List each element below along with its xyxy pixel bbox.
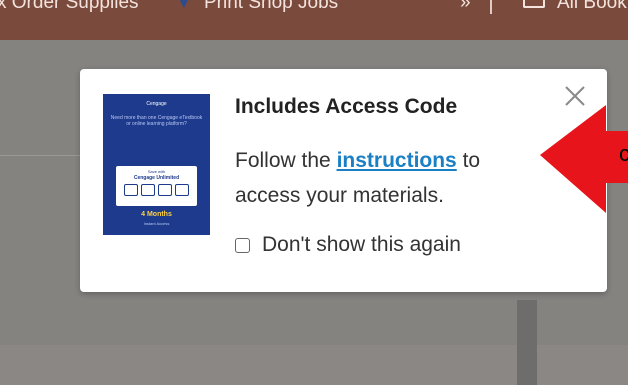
promo-product: Cengage Unlimited xyxy=(133,175,180,181)
bookmark-all-bookmarks[interactable]: All Bookmarks xyxy=(557,0,628,18)
promo-question: Need more than one Cengage eTextbook or … xyxy=(110,115,203,127)
popup-title: Includes Access Code xyxy=(235,95,458,118)
bookmark-order-supplies[interactable]: x Order Supplies xyxy=(0,0,139,18)
promo-months: 4 Months xyxy=(141,211,172,218)
promo-card: Save with Cengage Unlimited xyxy=(116,166,197,206)
popup-message: Follow the instructions to access your m… xyxy=(235,143,555,213)
access-code-popup: Cengage Need more than one Cengage eText… xyxy=(80,69,607,292)
message-prefix: Follow the xyxy=(235,149,331,172)
promo-device-icons xyxy=(116,184,197,196)
dont-show-again-label: Don't show this again xyxy=(262,233,461,256)
promo-months-sub: Instant Access xyxy=(143,221,170,226)
bookmarks-bar: x Order Supplies ▼ Print Shop Jobs » All… xyxy=(0,0,628,40)
bookmarks-folder-icon xyxy=(523,0,545,8)
dont-show-again-checkbox[interactable] xyxy=(235,237,250,253)
cengage-unlimited-promo-image: Cengage Need more than one Cengage eText… xyxy=(103,94,210,235)
instructions-link[interactable]: instructions xyxy=(337,149,457,172)
message-suffix: to xyxy=(462,149,481,172)
message-line-2: access your materials. xyxy=(235,184,444,207)
bookmark-print-shop-jobs[interactable]: Print Shop Jobs xyxy=(204,0,338,18)
bookmarks-overflow-chevron[interactable]: » xyxy=(460,0,471,18)
page-panel xyxy=(517,300,537,385)
bookmarks-separator xyxy=(490,0,492,14)
dont-show-again-option[interactable]: Don't show this again xyxy=(235,230,461,260)
annotation-text: c xyxy=(619,141,628,166)
promo-brand: Cengage xyxy=(146,101,167,107)
bookmark-favicon-icon: ▼ xyxy=(175,0,193,12)
red-arrow-annotation xyxy=(540,105,628,213)
